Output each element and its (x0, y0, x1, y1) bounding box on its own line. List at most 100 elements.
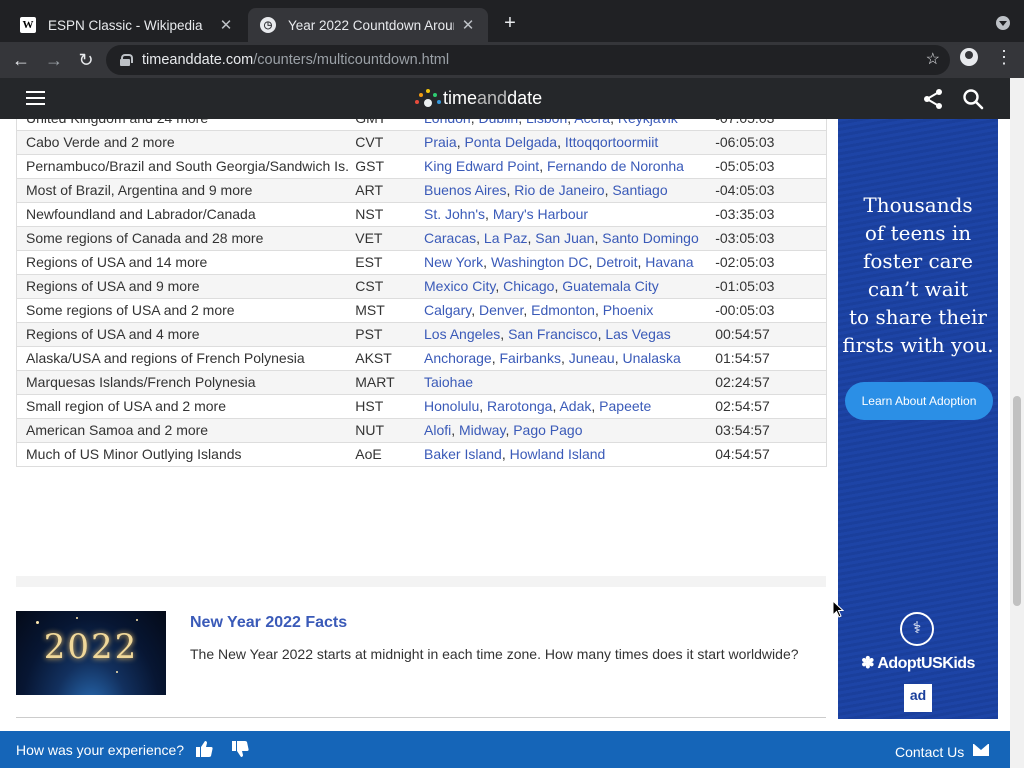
address-bar[interactable]: timeanddate.com/counters/multicountdown.… (106, 45, 950, 75)
region-cell: Regions of USA and 9 more (16, 274, 356, 299)
city-link[interactable]: Guatemala City (562, 278, 658, 294)
city-link[interactable]: Anchorage (424, 350, 492, 366)
city-link[interactable]: Fernando de Noronha (547, 158, 684, 174)
city-link[interactable]: Baker Island (424, 446, 502, 462)
contact-us-link[interactable]: Contact Us (895, 744, 964, 760)
city-link[interactable]: San Juan (535, 230, 594, 246)
city-link[interactable]: Alofi (424, 422, 451, 438)
city-link[interactable]: Unalaska (622, 350, 680, 366)
city-link[interactable]: Los Angeles (424, 326, 500, 342)
table-row: Alaska/USA and regions of French Polynes… (16, 346, 828, 371)
hamburger-menu-icon[interactable] (26, 91, 45, 105)
adoption-advertisement[interactable]: Thousands of teens in foster care can’t wai… (838, 119, 998, 719)
city-link[interactable]: Fairbanks (500, 350, 561, 366)
city-link[interactable]: Midway (459, 422, 505, 438)
city-link[interactable]: King Edward Point (424, 158, 539, 174)
city-link[interactable]: Mary's Harbour (493, 206, 588, 222)
cities-cell: Alofi, Midway, Pago Pago (424, 418, 716, 443)
city-link[interactable]: Lisbon (526, 119, 567, 126)
city-link[interactable]: San Francisco (508, 326, 597, 342)
countdown-cell: 00:54:57 (715, 322, 828, 347)
city-link[interactable]: Accra (574, 119, 610, 126)
feedback-question: How was your experience? (16, 742, 185, 758)
mouse-cursor-icon (832, 600, 844, 618)
city-link[interactable]: Santiago (612, 182, 667, 198)
countdown-cell: 02:24:57 (715, 370, 828, 395)
city-link[interactable]: Papeete (599, 398, 651, 414)
bookmark-star-icon[interactable]: ☆ (926, 49, 940, 69)
region-cell: Regions of USA and 14 more (16, 250, 356, 275)
tab-year-2022-countdown[interactable]: ◷ Year 2022 Countdown Around ✕ (248, 8, 488, 42)
browser-menu-icon[interactable]: ⋮ (995, 48, 1013, 66)
city-link[interactable]: Buenos Aires (424, 182, 507, 198)
city-link[interactable]: Praia (424, 134, 457, 150)
table-row: Cabo Verde and 2 more CVT Praia, Ponta Del… (16, 130, 828, 155)
city-link[interactable]: St. John's (424, 206, 485, 222)
city-link[interactable]: Rio de Janeiro (514, 182, 604, 198)
region-cell: Marquesas Islands/French Polynesia (16, 370, 356, 395)
page-scrollbar[interactable] (1010, 78, 1024, 768)
city-link[interactable]: Adak (559, 398, 591, 414)
city-link[interactable]: Mexico City (424, 278, 495, 294)
city-link[interactable]: Havana (645, 254, 693, 270)
city-link[interactable]: Edmonton (531, 302, 595, 318)
city-link[interactable]: Washington DC (491, 254, 589, 270)
city-link[interactable]: Howland Island (510, 446, 606, 462)
city-link[interactable]: Ponta Delgada (464, 134, 557, 150)
city-link[interactable]: Rarotonga (487, 398, 552, 414)
back-icon[interactable]: ← (9, 48, 33, 72)
scrollbar-thumb[interactable] (1013, 396, 1021, 606)
cities-cell: King Edward Point, Fernando de Noronha (424, 154, 716, 179)
site-logo[interactable]: timeanddate (415, 86, 542, 110)
close-icon[interactable]: ✕ (460, 16, 476, 34)
city-link[interactable]: Taiohae (424, 374, 473, 390)
profile-icon[interactable] (960, 48, 978, 66)
table-row: Small region of USA and 2 more HST Honolul… (16, 394, 828, 419)
lock-icon (120, 54, 133, 66)
forward-icon[interactable]: → (42, 48, 66, 72)
close-icon[interactable]: ✕ (218, 16, 234, 34)
timezone-abbr-cell: EST (355, 250, 424, 275)
tab-title: ESPN Classic - Wikipedia (48, 17, 203, 33)
city-link[interactable]: New York (424, 254, 483, 270)
learn-about-adoption-button[interactable]: Learn About Adoption (845, 382, 993, 420)
thumbs-up-icon[interactable] (194, 739, 214, 759)
city-link[interactable]: Juneau (569, 350, 615, 366)
city-link[interactable]: Chicago (503, 278, 554, 294)
city-link[interactable]: Dublin (479, 119, 519, 126)
countdown-cell: -02:05:03 (715, 250, 828, 275)
search-icon[interactable] (962, 88, 984, 110)
city-link[interactable]: Calgary (424, 302, 471, 318)
city-link[interactable]: Detroit (596, 254, 637, 270)
city-link[interactable]: Caracas (424, 230, 476, 246)
city-link[interactable]: Phoenix (603, 302, 654, 318)
mail-icon[interactable] (973, 744, 989, 756)
city-link[interactable]: La Paz (484, 230, 528, 246)
tab-espn-classic[interactable]: W ESPN Classic - Wikipedia ✕ (8, 8, 246, 42)
thumbs-down-icon[interactable] (230, 739, 250, 759)
timezone-abbr-cell: CST (355, 274, 424, 299)
city-link[interactable]: Santo Domingo (602, 230, 699, 246)
city-link[interactable]: Pago Pago (513, 422, 582, 438)
cities-cell: Calgary, Denver, Edmonton, Phoenix (424, 298, 716, 323)
new-tab-button[interactable]: + (498, 12, 522, 35)
city-link[interactable]: Ittoqqortoormiit (565, 134, 658, 150)
wikipedia-icon: W (20, 17, 36, 33)
countdown-cell: -06:05:03 (715, 130, 828, 155)
city-link[interactable]: Las Vegas (605, 326, 670, 342)
tab-search-icon[interactable] (996, 16, 1010, 30)
reload-icon[interactable]: ↻ (74, 48, 98, 72)
timezone-abbr-cell: PST (355, 322, 424, 347)
site-header: timeanddate (0, 78, 1010, 119)
table-row: Some regions of Canada and 28 more VET Car… (16, 226, 828, 251)
city-link[interactable]: Honolulu (424, 398, 479, 414)
city-link[interactable]: Reykjavik (618, 119, 678, 126)
facts-title-link[interactable]: New Year 2022 Facts (190, 614, 347, 632)
table-row: Regions of USA and 9 more CST Mexico City,… (16, 274, 828, 299)
table-row: Much of US Minor Outlying Islands AoE Bake… (16, 442, 828, 467)
ad-headline-line: foster care (862, 249, 974, 273)
city-link[interactable]: London (424, 119, 471, 126)
new-year-fireworks-image[interactable]: 2022 (16, 611, 166, 695)
share-icon[interactable] (922, 88, 944, 110)
city-link[interactable]: Denver (479, 302, 523, 318)
